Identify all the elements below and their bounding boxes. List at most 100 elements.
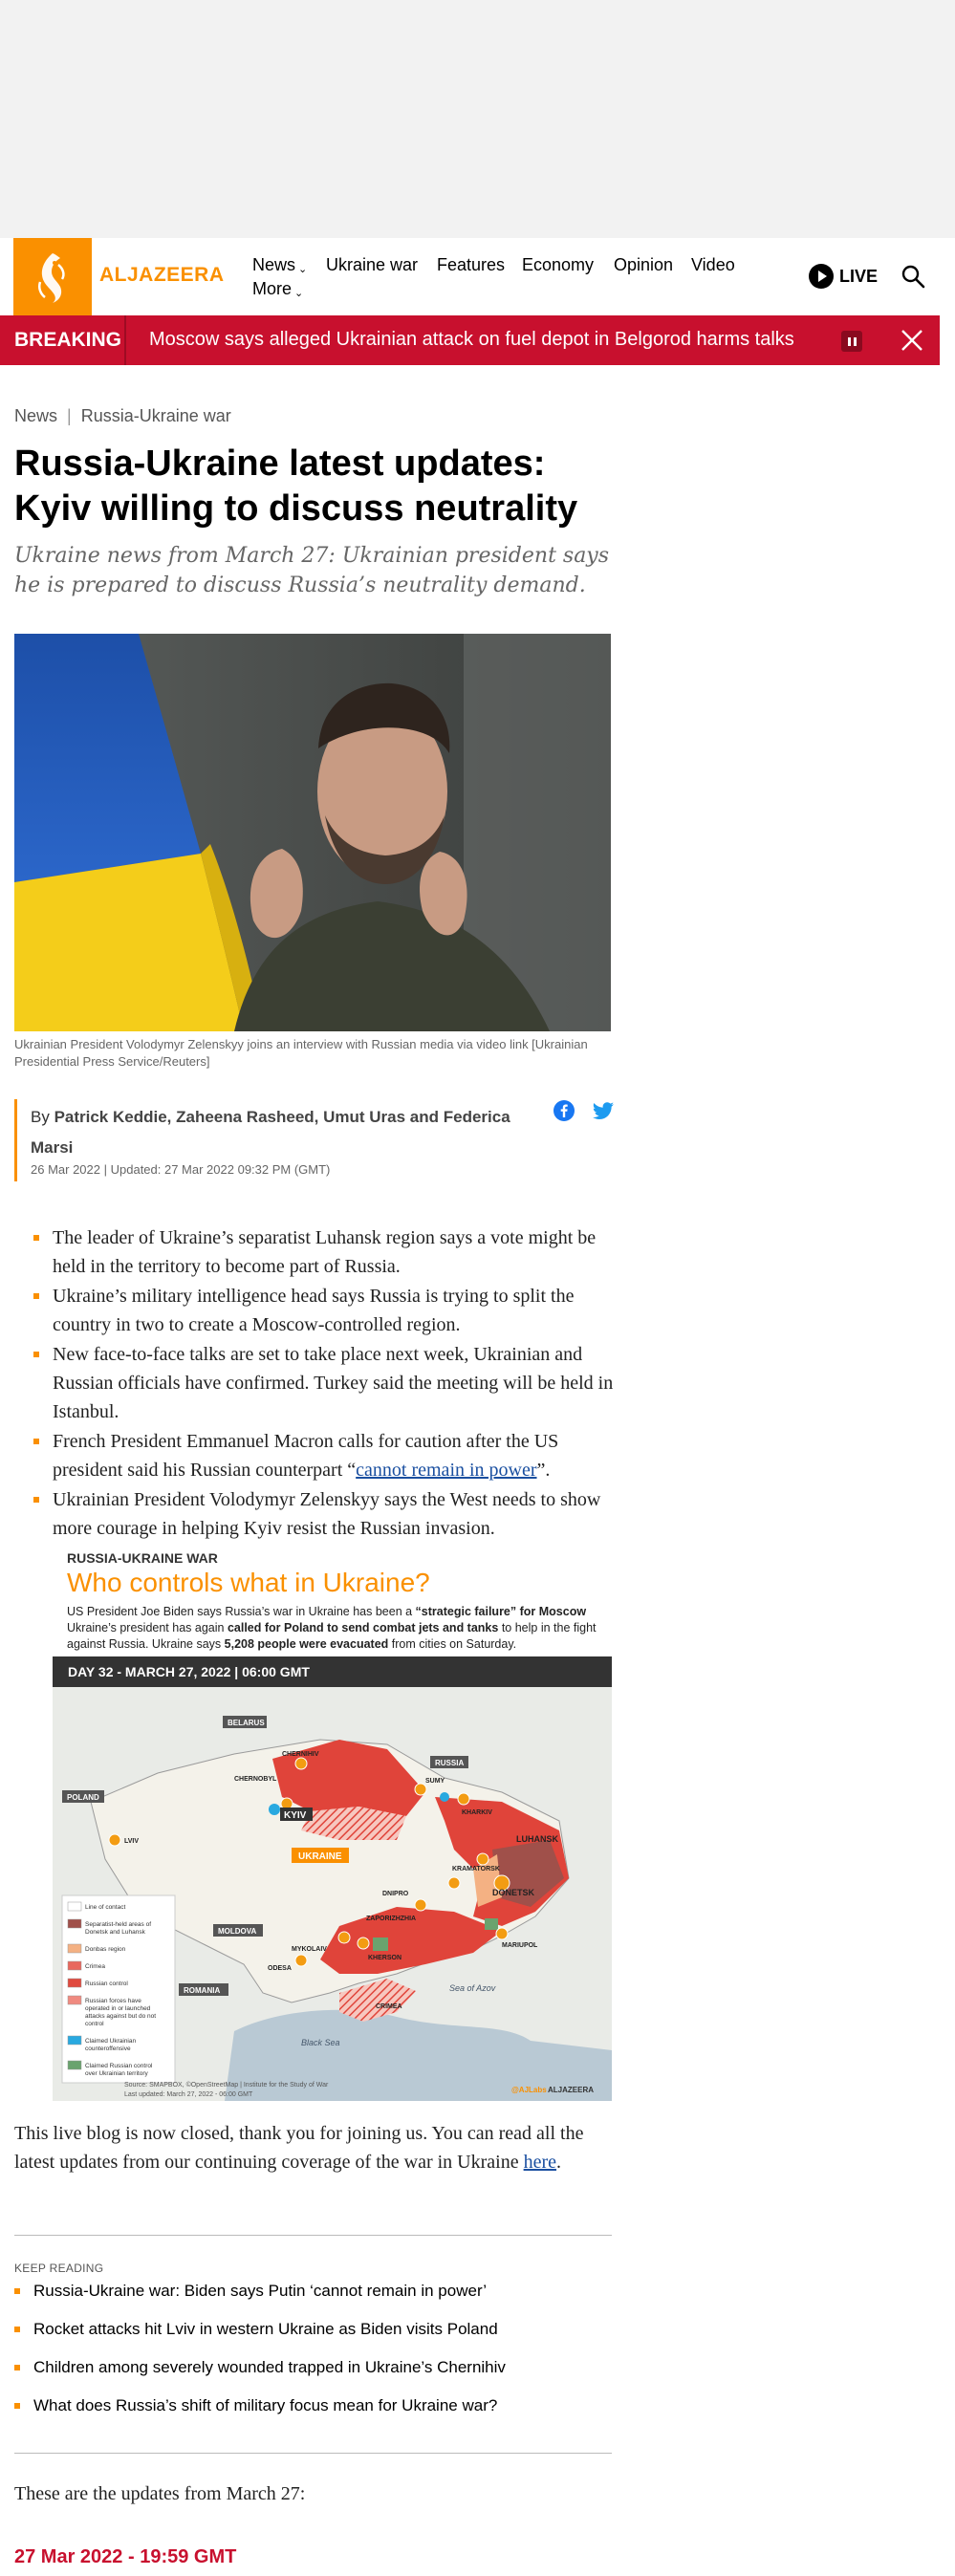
map-title: Who controls what in Ukraine? [67,1568,430,1597]
map-source: Source: SMAPBOX, ©OpenStreetMap | Instit… [124,2081,329,2089]
aljazeera-logo-icon[interactable] [13,238,92,315]
breadcrumb-russia-ukraine-war[interactable]: Russia-Ukraine war [81,406,231,425]
label-zaporizhzhia: ZAPORIZHZHIA [366,1916,416,1922]
label-chernobyl: CHERNOBYL [234,1776,277,1783]
legend-swatch [67,1943,82,1954]
publish-dates: 26 Mar 2022 | Updated: 27 Mar 2022 09:32… [31,1162,331,1177]
live-blog-closed-note: This live blog is now closed, thank you … [14,2123,584,2173]
map-description: US President Joe Biden says Russia’s war… [67,1605,597,1651]
published-date: 26 Mar 2022 [31,1162,100,1177]
map-legend: Line of contact Separatist-held areas of D… [61,1894,176,2084]
nav-news[interactable]: News ⌄ [252,255,307,275]
legend-label: Line of contact [85,1904,125,1911]
map-credit: @AJLabs [511,2086,547,2094]
legend-swatch [67,1901,82,1912]
legend-label: Separatist-held areas of Donetsk and Luha… [85,1921,151,1936]
live-label: LIVE [839,266,879,286]
label-lviv: LVIV [124,1838,139,1845]
byline: By Patrick Keddie, Zaheena Rasheed, Umut… [31,1108,510,1157]
keep-reading-label: KEEP READING [14,2262,104,2275]
updates-intro: These are the updates from March 27: [14,2483,306,2504]
divider [14,2453,612,2454]
label-kramatorsk: KRAMATORSK [452,1866,500,1872]
author-links[interactable]: Patrick Keddie, Zaheena Rasheed, Umut Ur… [31,1108,510,1157]
label-sea-of-azov: Sea of Azov [449,1983,496,1993]
keep-reading-link[interactable]: What does Russia’s shift of military foc… [14,2396,626,2415]
map-date-bar: DAY 32 - MARCH 27, 2022 | 06:00 GMT [53,1656,612,1687]
pause-icon[interactable] [841,331,862,352]
chevron-down-icon: ⌄ [294,288,304,299]
label-moldova: MOLDOVA [218,1927,257,1936]
summary-item: Ukraine’s military intelligence head say… [14,1282,626,1339]
breaking-divider [124,315,126,365]
byline-block: By Patrick Keddie, Zaheena Rasheed, Umut… [14,1099,614,1181]
advertisement-slot [0,0,955,238]
nav-video[interactable]: Video [691,255,735,275]
label-ukraine: UKRAINE [298,1851,342,1862]
legend-label: Claimed Russian control over Ukrainian te… [85,2063,153,2077]
updated-date: Updated: 27 Mar 2022 09:32 PM (GMT) [110,1162,331,1177]
keep-reading-link[interactable]: Children among severely wounded trapped … [14,2358,626,2377]
nav-ukraine-war[interactable]: Ukraine war [326,255,418,275]
legend-swatch [67,2035,82,2046]
breadcrumb: News | Russia-Ukraine war [14,406,231,425]
label-odesa: ODESA [268,1965,292,1972]
twitter-icon[interactable] [592,1101,615,1122]
label-kherson: KHERSON [368,1955,402,1961]
breadcrumb-news[interactable]: News [14,406,57,425]
close-icon[interactable] [900,328,924,353]
legend-label: Donbas region [85,1946,126,1953]
label-donetsk: DONETSK [492,1888,535,1897]
legend-label: Claimed Ukrainian counteroffensive [85,2038,136,2052]
nav-features[interactable]: Features [437,255,505,275]
article-subheadline: Ukraine news from March 27: Ukrainian pr… [14,544,610,597]
label-russia: RUSSIA [435,1759,464,1767]
label-mariupol: MARIUPOL [502,1942,538,1949]
legend-swatch [67,1960,82,1971]
label-sumy: SUMY [425,1778,445,1785]
here-link[interactable]: here [524,2152,556,2173]
nav-more[interactable]: More ⌄ [252,279,303,299]
keep-reading-link[interactable]: Russia-Ukraine war: Biden says Putin ‘ca… [14,2282,626,2301]
cannot-remain-in-power-link[interactable]: cannot remain in power [356,1460,536,1481]
breaking-label: BREAKING [14,329,122,351]
summary-item: New face-to-face talks are set to take p… [14,1340,626,1426]
article-summary-list: The leader of Ukraine’s separatist Luhan… [14,1223,626,1544]
label-kharkiv: KHARKIV [462,1809,492,1816]
image-caption: Ukrainian President Volodymyr Zelenskyy … [14,1037,588,1069]
logo-wordmark[interactable]: ALJAZEERA [99,264,225,287]
facebook-icon[interactable] [553,1099,575,1122]
legend-swatch [67,1918,82,1929]
label-chernihiv: CHERNIHIV [282,1751,319,1758]
nav-economy[interactable]: Economy [522,255,594,275]
label-dnipro: DNIPRO [382,1891,409,1897]
label-crimea: CRIMEA [376,2003,402,2010]
breaking-headline-link[interactable]: Moscow says alleged Ukrainian attack on … [149,329,794,351]
divider [14,2235,612,2236]
label-black-sea: Black Sea [301,2038,340,2047]
breaking-news-bar: BREAKING Moscow says alleged Ukrainian a… [0,315,940,365]
summary-item: French President Emmanuel Macron calls f… [14,1427,626,1484]
map-kicker: RUSSIA-UKRAINE WAR [67,1550,218,1566]
summary-item: The leader of Ukraine’s separatist Luhan… [14,1223,626,1281]
label-mykolaiv: MYKOLAIV [292,1946,327,1953]
label-romania: ROMANIA [184,1986,220,1995]
map-brand: ALJAZEERA [548,2086,594,2094]
legend-label: Crimea [85,1963,105,1970]
label-poland: POLAND [67,1793,99,1802]
nav-opinion[interactable]: Opinion [614,255,673,275]
label-kyiv: KYIV [284,1810,307,1821]
search-icon[interactable] [901,264,925,289]
site-header: ALJAZEERA News ⌄ Ukraine war Features Eco… [0,238,940,315]
ukraine-control-map: BELARUS RUSSIA POLAND MOLDOVA ROMANIA UK… [53,1687,612,2101]
legend-label: Russian control [85,1981,128,1987]
live-button[interactable]: LIVE [809,264,878,289]
keep-reading-list: Russia-Ukraine war: Biden says Putin ‘ca… [14,2282,626,2435]
keep-reading-link[interactable]: Rocket attacks hit Lviv in western Ukrai… [14,2320,626,2339]
label-belarus: BELARUS [228,1719,265,1727]
page-title: Russia-Ukraine latest updates: Kyiv will… [14,444,578,529]
hero-image-zelenskyy [14,634,611,1031]
chevron-down-icon: ⌄ [298,264,308,275]
legend-swatch [67,1995,82,2005]
summary-item: Ukrainian President Volodymyr Zelenskyy … [14,1485,626,1543]
